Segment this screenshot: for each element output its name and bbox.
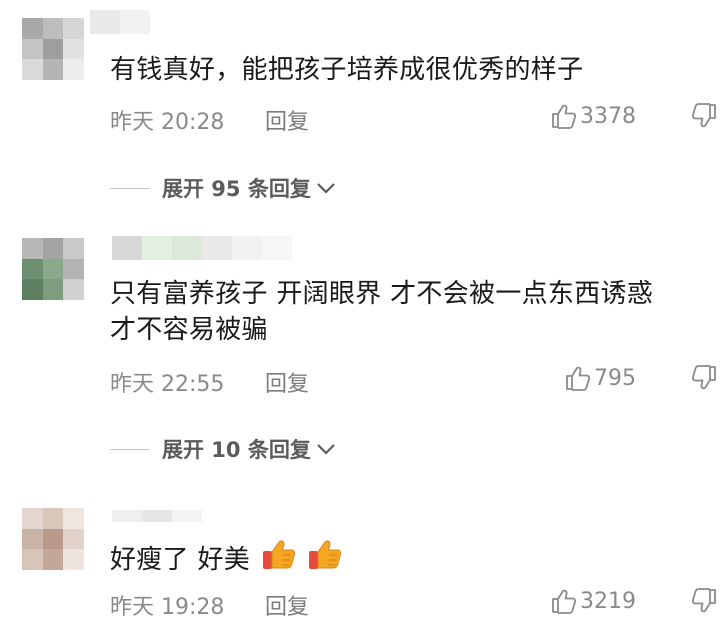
thumbs-down-outline-icon — [691, 588, 716, 613]
thumbs-up-emoji-icon — [262, 540, 295, 569]
divider-line — [110, 187, 150, 189]
thumbs-up-outline-icon — [552, 104, 577, 129]
reply-button[interactable]: 回复 — [265, 104, 309, 136]
thumbs-up-emoji-icon — [309, 540, 342, 569]
avatar[interactable] — [22, 508, 84, 570]
comment-time: 昨天 19:28 — [110, 595, 225, 620]
divider-line — [110, 448, 150, 450]
comment-meta: 昨天 20:28 回复 3378 — [110, 100, 728, 136]
like-count: 795 — [594, 365, 636, 391]
like-button[interactable]: 3378 — [550, 102, 636, 130]
comment-text: 有钱真好，能把孩子培养成很优秀的样子 — [110, 55, 584, 85]
comment-time: 昨天 20:28 — [110, 110, 225, 135]
chevron-down-icon — [317, 444, 335, 455]
comment-meta: 昨天 19:28 回复 3219 — [110, 585, 728, 621]
username-blurred[interactable] — [90, 10, 150, 34]
dislike-button[interactable] — [690, 364, 718, 398]
username-blurred[interactable] — [112, 236, 292, 260]
dislike-button[interactable] — [690, 102, 718, 136]
chevron-down-icon — [317, 183, 335, 194]
avatar[interactable] — [22, 238, 84, 300]
username-blurred[interactable] — [112, 510, 202, 534]
comment-text: 只有富养孩子 开阔眼界 才不会被一点东西诱惑 才不容易被骗 — [110, 276, 653, 348]
expand-replies-label: 展开 95 条回复 — [162, 177, 311, 201]
comment-text: 好瘦了 好美 — [110, 538, 343, 578]
comment-meta: 昨天 22:55 回复 795 — [110, 362, 728, 398]
comment-text-line: 只有富养孩子 开阔眼界 才不会被一点东西诱惑 — [110, 279, 654, 309]
comment-text-content: 好瘦了 好美 — [110, 545, 251, 575]
like-button[interactable]: 795 — [564, 364, 636, 392]
thumbs-down-outline-icon — [691, 103, 716, 128]
like-count: 3378 — [580, 103, 636, 129]
like-button[interactable]: 3219 — [550, 587, 636, 615]
thumbs-down-outline-icon — [691, 365, 716, 390]
thumbs-up-outline-icon — [552, 589, 577, 614]
expand-replies-label: 展开 10 条回复 — [162, 438, 311, 462]
expand-replies-button[interactable]: 展开 10 条回复 — [110, 434, 337, 464]
dislike-button[interactable] — [690, 587, 718, 621]
expand-replies-button[interactable]: 展开 95 条回复 — [110, 173, 337, 203]
thumbs-up-outline-icon — [566, 366, 591, 391]
reply-button[interactable]: 回复 — [265, 589, 309, 621]
comment-time: 昨天 22:55 — [110, 372, 225, 397]
like-count: 3219 — [580, 588, 636, 614]
avatar[interactable] — [22, 18, 84, 80]
comment-text-line: 才不容易被骗 — [110, 315, 268, 345]
reply-button[interactable]: 回复 — [265, 366, 309, 398]
